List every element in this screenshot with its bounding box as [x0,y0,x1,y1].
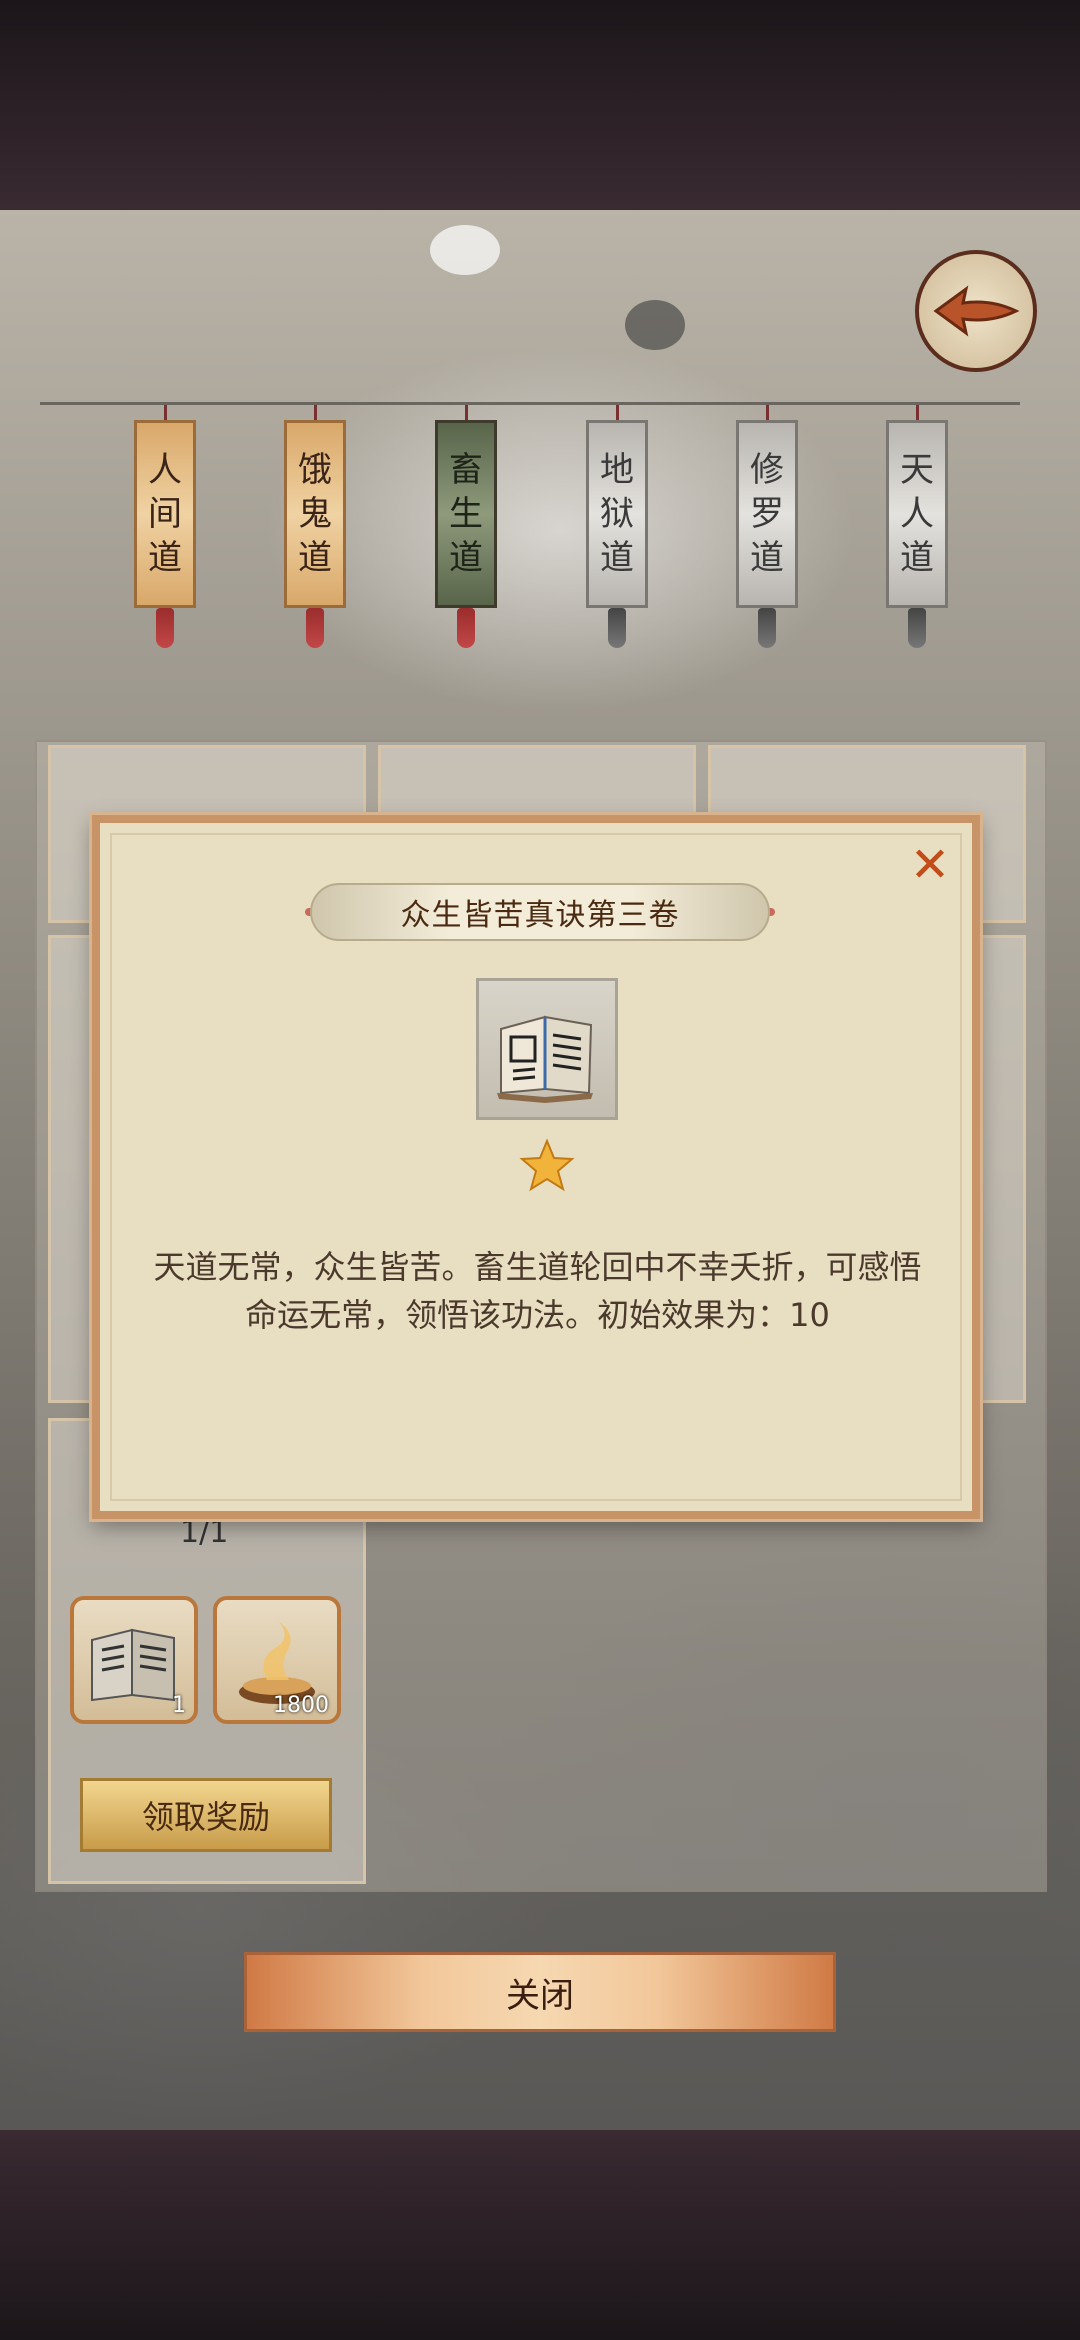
tab-char: 畜 [449,450,483,490]
tab-hook [314,405,317,421]
back-button[interactable] [915,250,1037,372]
tassel-icon [457,608,475,648]
tab-hook [465,405,468,421]
item-icon-box [476,978,618,1120]
tab-char: 修 [750,450,784,490]
tassel-icon [908,608,926,648]
tab-char: 人 [900,494,934,534]
dialog-title: 众生皆苦真诀第三卷 [310,883,770,941]
tab-human-realm[interactable]: 人 间 道 [134,420,196,608]
top-letterbox [0,0,1080,210]
tab-hook [164,405,167,421]
tab-hook [616,405,619,421]
reward-qty: 1800 [273,1693,329,1718]
bottom-letterbox [0,2130,1080,2340]
tassel-icon [306,608,324,648]
tab-char: 道 [298,538,332,578]
taiji-dark-dot [625,300,685,350]
tab-hook [766,405,769,421]
tab-char: 道 [148,538,182,578]
tab-char: 饿 [298,450,332,490]
tab-char: 道 [750,538,784,578]
tab-char: 间 [148,494,182,534]
reward-slot[interactable]: 1 [70,1596,198,1724]
close-icon[interactable]: ✕ [906,837,954,893]
tassel-icon [758,608,776,648]
tab-hell-realm[interactable]: 地 狱 道 [586,420,648,608]
tab-char: 人 [148,450,182,490]
tab-char: 生 [449,494,483,534]
tab-animal-realm[interactable]: 畜 生 道 [435,420,497,608]
tab-char: 罗 [750,494,784,534]
tab-char: 天 [900,450,934,490]
tab-char: 道 [900,538,934,578]
tab-char: 狱 [600,494,634,534]
tab-char: 道 [449,538,483,578]
book-icon [497,1015,593,1103]
quest-progress: 1/1 [180,1515,229,1550]
back-arrow-icon [933,285,1020,337]
tab-char: 鬼 [298,494,332,534]
close-button[interactable]: 关闭 [244,1952,836,2032]
star-icon [519,1138,575,1192]
taiji-light-dot [430,225,500,275]
tab-hanging-rope [40,402,1020,405]
reward-slot[interactable]: 1800 [213,1596,341,1724]
tassel-icon [156,608,174,648]
tab-hook [916,405,919,421]
tab-asura-realm[interactable]: 修 罗 道 [736,420,798,608]
item-description: 天道无常，众生皆苦。畜生道轮回中不幸夭折，可感悟命运无常，领悟该功法。初始效果为… [153,1248,922,1334]
tab-heaven-realm[interactable]: 天 人 道 [886,420,948,608]
claim-reward-button[interactable]: 领取奖励 [80,1778,332,1852]
tab-char: 地 [600,450,634,490]
reward-qty: 1 [172,1693,186,1718]
tab-char: 道 [600,538,634,578]
tab-hungry-ghost-realm[interactable]: 饿 鬼 道 [284,420,346,608]
item-detail-dialog: 众生皆苦真诀第三卷 ✕ 天道无常，众生皆苦。畜生道轮回中不幸夭折，可感悟命运无常… [92,815,980,1519]
tassel-icon [608,608,626,648]
